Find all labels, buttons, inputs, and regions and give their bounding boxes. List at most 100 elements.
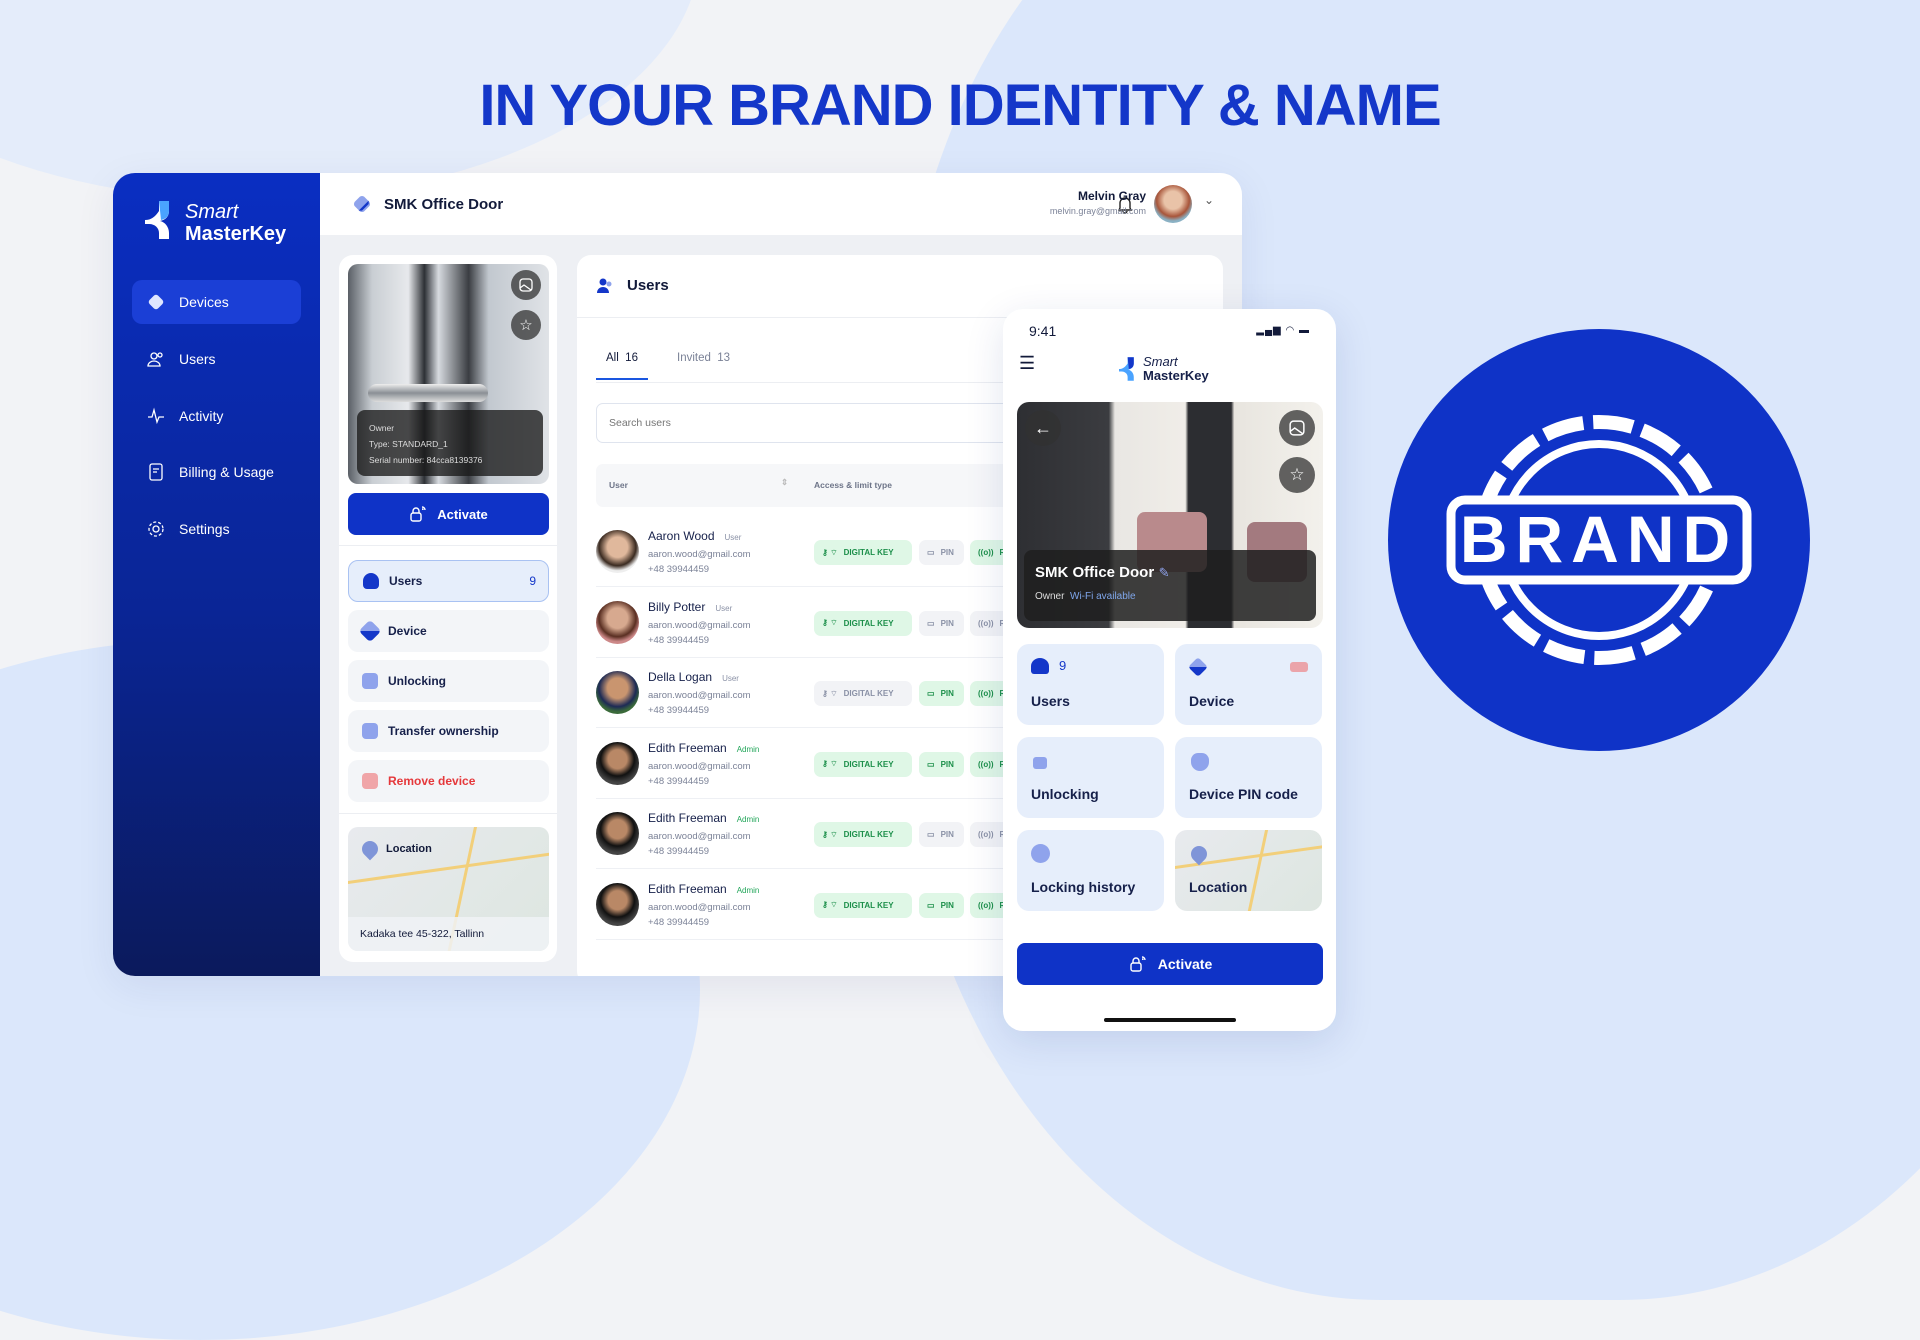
chip-digital: ⚷ ⌔ DIGITAL KEY: [814, 681, 912, 706]
menu-item-unlocking[interactable]: Unlocking: [348, 660, 549, 702]
sidebar-item-label: Devices: [179, 294, 229, 310]
tile-label: Users: [1031, 693, 1070, 709]
tile-label: Locking history: [1031, 879, 1136, 895]
user-phone: +48 39944459: [648, 775, 710, 787]
chip-pin: ▭ PIN: [919, 681, 964, 706]
tile-label: Device PIN code: [1189, 786, 1298, 802]
favorite-button[interactable]: ☆: [1279, 457, 1315, 493]
sidebar-item-label: Billing & Usage: [179, 464, 274, 480]
headline: IN YOUR BRAND IDENTITY & NAME: [479, 73, 1441, 138]
sidebar-item-label: Settings: [179, 521, 230, 537]
chip-label: PIN: [940, 830, 954, 839]
menu-item-users[interactable]: Users 9: [348, 560, 549, 602]
star-icon: ☆: [519, 317, 533, 334]
tab-count: 13: [717, 352, 731, 364]
users-icon: [363, 573, 379, 589]
user-role: Admin: [736, 815, 760, 824]
user-email: melvin.gray@gmail.com: [1049, 206, 1146, 216]
chip-digital: ⚷ ⌔ DIGITAL KEY: [814, 892, 912, 918]
sidebar: Smart MasterKey Devices Users Activity Bi…: [113, 173, 320, 976]
logo-icon: [145, 201, 169, 239]
logo-line1: Smart: [185, 201, 239, 223]
brand-text: BRAND: [1459, 502, 1739, 576]
sidebar-item-billing[interactable]: Billing & Usage: [132, 450, 301, 494]
location-map[interactable]: Location Kadaka tee 45-322, Tallinn: [348, 827, 549, 951]
change-photo-button[interactable]: [511, 270, 541, 300]
avatar[interactable]: [1154, 185, 1192, 223]
pin-icon: ▭: [927, 618, 935, 628]
tile-locking-history[interactable]: Locking history: [1017, 830, 1164, 911]
edit-icon[interactable]: ✎: [1159, 565, 1170, 580]
chip-label: DIGITAL KEY: [843, 689, 894, 698]
user-role: Admin: [736, 885, 760, 895]
tile-label: Location: [1189, 879, 1248, 895]
back-button[interactable]: ←: [1025, 410, 1061, 446]
sidebar-item-users[interactable]: Users: [132, 337, 301, 381]
user-phone: +48 39944459: [648, 564, 710, 575]
menu-item-transfer-ownership[interactable]: Transfer ownership: [348, 710, 549, 752]
column-access: Access & limit type: [814, 480, 892, 490]
key-icon: ⚷ ⌔: [822, 900, 838, 909]
tile-unlocking[interactable]: Unlocking: [1017, 737, 1164, 818]
status-icons: ▂▄▆ ◠ ▬: [1256, 325, 1310, 336]
image-icon: [519, 278, 533, 292]
user-name: Billy Potter: [648, 599, 706, 614]
user-role: User: [722, 674, 739, 683]
arrow-left-icon: ←: [1034, 417, 1052, 438]
serial-number: Serial number: 84cca8139376: [369, 455, 483, 465]
favorite-button[interactable]: ☆: [511, 310, 541, 340]
sidebar-item-devices[interactable]: Devices: [132, 280, 301, 324]
rf-icon: ((o)): [978, 900, 994, 910]
sidebar-item-activity[interactable]: Activity: [132, 394, 301, 438]
tab-count: 16: [625, 352, 638, 364]
user-role: Admin: [736, 744, 760, 754]
menu-label: Unlocking: [388, 674, 447, 688]
sort-icon[interactable]: ⇕: [781, 477, 788, 488]
logo-icon: [1119, 357, 1134, 381]
mobile-app: 9:41 ▂▄▆ ◠ ▬ ☰ Smart MasterKey ← ☆ SMK Of…: [1003, 309, 1336, 1031]
chip-label: DIGITAL KEY: [843, 618, 894, 628]
menu-icon[interactable]: ☰: [1019, 353, 1035, 374]
key-icon: ⚷ ⌔: [822, 618, 838, 627]
device-name: SMK Office Door: [1035, 564, 1155, 581]
tab-all[interactable]: All 16: [596, 352, 648, 380]
location-pin-icon: [358, 837, 382, 861]
user-name: Melvin Gray: [1077, 189, 1146, 203]
menu-label: Device: [388, 624, 427, 638]
activate-button[interactable]: Activate: [348, 493, 549, 535]
device-type: Type: STANDARD_1: [369, 439, 448, 449]
sidebar-item-settings[interactable]: Settings: [132, 507, 301, 551]
owner-label: Owner: [369, 423, 395, 433]
user-role: User: [724, 533, 742, 542]
activate-label: Activate: [437, 506, 488, 522]
chip-digital: ⚷ ⌔ DIGITAL KEY: [814, 751, 912, 777]
activate-button[interactable]: Activate: [1017, 943, 1323, 985]
rf-icon: ((o)): [978, 830, 994, 839]
user-phone: +48 39944459: [648, 634, 710, 646]
tile-device[interactable]: Device: [1175, 644, 1322, 725]
change-photo-button[interactable]: [1279, 410, 1315, 446]
avatar: [596, 530, 639, 573]
user-name: Edith Freeman: [648, 740, 727, 755]
menu-item-device[interactable]: Device: [348, 610, 549, 652]
users-icon: [597, 278, 612, 293]
tab-invited[interactable]: Invited 13: [677, 352, 730, 364]
key-icon: ⚷ ⌔: [822, 688, 838, 698]
lock-wireless-icon: [1130, 956, 1146, 972]
activate-label: Activate: [1157, 956, 1213, 972]
chip-label: PIN: [940, 548, 954, 557]
star-icon: ☆: [1289, 465, 1305, 484]
chip-digital: ⚷ ⌔ DIGITAL KEY: [814, 822, 912, 847]
tile-location[interactable]: Location: [1175, 830, 1322, 911]
chevron-down-icon[interactable]: ⌄: [1204, 193, 1214, 207]
chip-digital: ⚷ ⌔ DIGITAL KEY: [814, 610, 912, 636]
tile-users[interactable]: 9 Users: [1017, 644, 1164, 725]
logo-line2: MasterKey: [1143, 368, 1209, 383]
user-name: Edith Freeman: [648, 811, 727, 825]
menu-label: Remove device: [388, 774, 476, 788]
trash-icon: [362, 773, 378, 789]
logo-line2: MasterKey: [185, 223, 287, 245]
menu-item-remove-device[interactable]: Remove device: [348, 760, 549, 802]
tile-device-pin[interactable]: Device PIN code: [1175, 737, 1322, 818]
chip-pin: ▭ PIN: [919, 610, 964, 636]
